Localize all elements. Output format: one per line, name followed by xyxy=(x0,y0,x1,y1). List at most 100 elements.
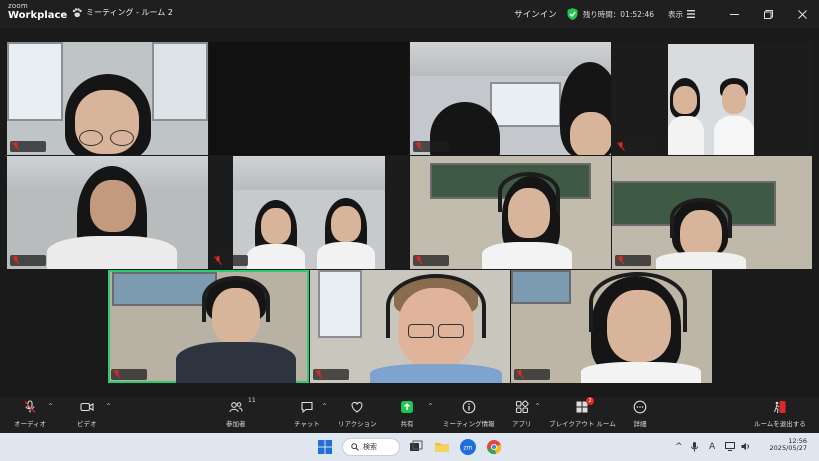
windows-start-icon[interactable] xyxy=(318,440,332,454)
chat-icon xyxy=(301,401,313,414)
video-tile-active-speaker[interactable] xyxy=(108,270,309,383)
mic-muted-indicator xyxy=(10,141,46,152)
task-view-icon[interactable] xyxy=(408,439,424,455)
microphone-icon[interactable] xyxy=(691,442,698,452)
chevron-up-icon[interactable]: ^ xyxy=(675,442,683,452)
volume-icon[interactable] xyxy=(741,442,751,451)
minimize-icon xyxy=(729,13,739,15)
participants-count: 11 xyxy=(248,397,256,404)
participant-uniform xyxy=(176,342,296,383)
headset xyxy=(670,198,732,238)
participant-uniform xyxy=(247,244,305,269)
mic-muted-indicator xyxy=(615,255,651,266)
video-tile[interactable] xyxy=(7,156,208,269)
search-label: 検索 xyxy=(363,443,377,451)
mic-off-icon xyxy=(617,142,625,151)
chat-button[interactable]: チャット xyxy=(294,400,320,428)
chat-options-caret[interactable]: ^ xyxy=(322,403,327,410)
participants-button[interactable]: 参加者 xyxy=(226,400,246,428)
participant-uniform xyxy=(714,116,754,155)
video-options-caret[interactable]: ^ xyxy=(106,403,111,410)
headset xyxy=(498,172,560,212)
chat-label: チャット xyxy=(294,420,320,428)
participant-uniform xyxy=(317,242,375,269)
reactions-button[interactable]: リアクション xyxy=(338,400,377,428)
mic-muted-indicator xyxy=(10,255,46,266)
shield-icon[interactable] xyxy=(567,8,578,20)
classroom-window xyxy=(318,270,362,338)
more-label: 詳細 xyxy=(633,420,647,428)
breakout-rooms-label: ブレイクアウト ルーム xyxy=(549,420,616,428)
mic-off-icon xyxy=(24,400,36,413)
classroom-board xyxy=(112,272,217,307)
reactions-label: リアクション xyxy=(338,420,377,428)
file-explorer-icon[interactable] xyxy=(434,439,450,455)
video-label: ビデオ xyxy=(77,420,97,428)
leave-room-button[interactable]: ルームを退出する xyxy=(754,400,806,428)
video-tile[interactable] xyxy=(310,270,510,383)
participant-uniform xyxy=(47,236,177,269)
remaining-time: 残り時間：01:52:46 xyxy=(582,9,654,19)
close-button[interactable] xyxy=(785,0,819,28)
paw-icon xyxy=(72,7,82,17)
audio-options-caret[interactable]: ^ xyxy=(48,403,53,410)
video-tile-off[interactable] xyxy=(209,42,409,155)
share-label: 共有 xyxy=(400,420,414,428)
view-grid-icon[interactable] xyxy=(687,10,695,18)
video-tile[interactable] xyxy=(209,156,409,269)
apps-button[interactable]: アプリ xyxy=(512,400,532,428)
ime-indicator[interactable]: A xyxy=(709,442,715,452)
video-tile[interactable] xyxy=(410,42,611,155)
glasses xyxy=(408,324,434,338)
view-button[interactable]: 表示 xyxy=(668,9,683,20)
taskbar-search[interactable]: 検索 xyxy=(342,438,400,456)
participant-uniform xyxy=(668,116,704,155)
chrome-icon[interactable] xyxy=(486,439,502,455)
video-tile[interactable] xyxy=(7,42,208,155)
apps-label: アプリ xyxy=(512,420,532,428)
meeting-info-button[interactable]: ミーティング情報 xyxy=(443,400,495,428)
participant-face xyxy=(261,208,291,244)
minimize-button[interactable] xyxy=(717,0,751,28)
video-gallery xyxy=(0,28,819,397)
mic-off-icon xyxy=(415,142,423,151)
restore-icon xyxy=(763,9,773,19)
title-bar: zoom Workplace ミーティング - ルーム 2 サインイン 残り時間… xyxy=(0,0,819,28)
taskbar-clock[interactable]: 12:56 2025/05/27 xyxy=(770,437,807,452)
headset xyxy=(202,276,270,322)
zoom-app-icon[interactable]: zm xyxy=(460,439,476,455)
share-button[interactable]: 共有 xyxy=(400,400,414,428)
participant-uniform xyxy=(581,362,701,383)
video-button[interactable]: ビデオ xyxy=(77,400,97,428)
apps-options-caret[interactable]: ^ xyxy=(535,403,540,410)
classroom-ceiling xyxy=(233,156,385,190)
video-tile[interactable] xyxy=(410,156,611,269)
participant-face xyxy=(673,86,697,114)
share-options-caret[interactable]: ^ xyxy=(428,403,433,410)
signin-link[interactable]: サインイン xyxy=(514,8,557,20)
leave-room-label: ルームを退出する xyxy=(754,420,806,428)
system-tray: ^ A 12:56 2025/05/27 xyxy=(669,433,819,461)
headset xyxy=(589,272,687,332)
display-icon[interactable] xyxy=(725,442,735,451)
apps-icon xyxy=(515,400,529,414)
more-button[interactable]: 詳細 xyxy=(633,400,647,428)
video-feed xyxy=(668,44,754,155)
classroom-window xyxy=(7,42,64,122)
glasses xyxy=(79,130,103,146)
mic-muted-indicator xyxy=(212,255,248,266)
video-tile[interactable] xyxy=(612,42,812,155)
brand-main: Workplace xyxy=(8,10,68,21)
mic-muted-indicator xyxy=(111,369,147,380)
breakout-rooms-button[interactable]: ブレイクアウト ルーム xyxy=(549,400,616,428)
mic-muted-indicator xyxy=(514,369,550,380)
video-tile[interactable] xyxy=(612,156,812,269)
mic-off-icon xyxy=(214,256,222,265)
more-icon xyxy=(633,400,647,414)
audio-button[interactable]: オーディオ xyxy=(14,400,46,428)
maximize-button[interactable] xyxy=(751,0,785,28)
video-feed xyxy=(233,156,385,269)
video-tile[interactable] xyxy=(511,270,712,383)
breakout-badge: 2 xyxy=(586,397,594,405)
participant-face xyxy=(722,84,746,114)
